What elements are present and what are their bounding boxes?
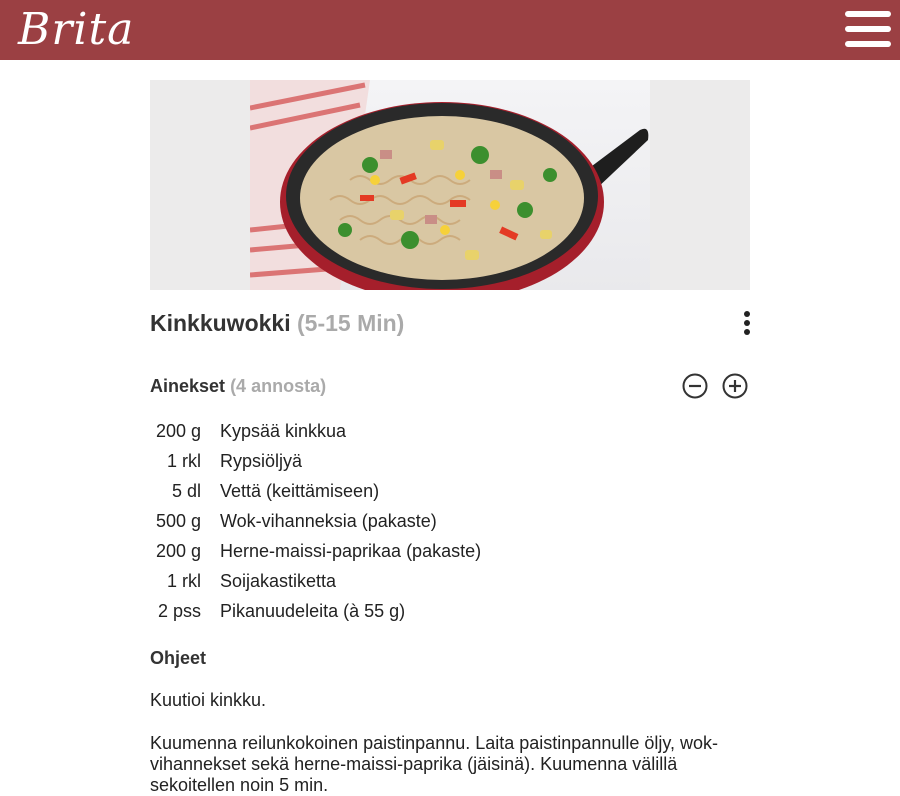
ingredient-list: 200 g Kypsää kinkkua 1 rkl Rypsiöljyä 5 … [150,419,750,629]
ingredient-quantity: 5 dl [171,481,201,501]
ingredient-name: Vettä (keittämiseen) [220,481,380,501]
recipe-image [250,80,650,290]
instructions-heading: Ohjeet [150,648,207,668]
ingredient-row: 200 g Kypsää kinkkua [150,419,750,449]
ingredient-quantity: 200 g [155,421,201,441]
ingredients-title: Ainekset [150,376,226,396]
menu-line [845,41,891,47]
top-bar: Brita [0,0,900,60]
plus-circle-icon[interactable] [722,373,748,399]
ingredient-name: Pikanuudeleita (à 55 g) [220,601,406,621]
stir-fry-pan-illustration [250,80,649,290]
ingredient-row: 2 pss Pikanuudeleita (à 55 g) [150,599,750,629]
recipe-title: Kinkkuwokki (5-15 Min) [150,310,404,337]
minus-circle-icon[interactable] [682,373,708,399]
menu-line [845,26,891,32]
recipe-name: Kinkkuwokki [150,310,291,336]
ingredient-quantity: 500 g [155,511,201,531]
ingredient-name: Soijakastiketta [220,571,337,591]
instruction-step: Kuumenna reilunkokoinen paistinpannu. La… [150,733,719,795]
menu-line [845,11,891,17]
servings-count: (4 annosta) [230,376,327,396]
recipe-image-frame [150,80,750,290]
ingredient-row: 5 dl Vettä (keittämiseen) [150,479,750,509]
kebab-dot [744,329,750,335]
ingredients-heading: Ainekset (4 annosta) [150,376,326,397]
ingredient-name: Wok-vihanneksia (pakaste) [220,511,437,531]
ingredient-row: 1 rkl Soijakastiketta [150,569,750,599]
ingredient-name: Kypsää kinkkua [220,421,347,441]
ingredient-row: 500 g Wok-vihanneksia (pakaste) [150,509,750,539]
ingredient-quantity: 1 rkl [166,451,201,471]
ingredient-quantity: 2 pss [157,601,201,621]
ingredient-name: Herne-maissi-paprikaa (pakaste) [220,541,482,561]
recipe-time: (5-15 Min) [297,310,405,336]
ingredient-quantity: 1 rkl [166,571,201,591]
brita-logo[interactable]: Brita [18,2,134,58]
kebab-dot [744,311,750,317]
ingredient-name: Rypsiöljyä [220,451,303,471]
ingredient-quantity: 200 g [155,541,201,561]
ingredient-row: 200 g Herne-maissi-paprikaa (pakaste) [150,539,750,569]
ingredient-row: 1 rkl Rypsiöljyä [150,449,750,479]
hamburger-menu-icon[interactable] [845,11,891,47]
recipe-title-row: Kinkkuwokki (5-15 Min) [150,308,750,340]
more-vertical-icon[interactable] [740,311,754,337]
kebab-dot [744,320,750,326]
instruction-step: Kuutioi kinkku. [150,690,267,710]
